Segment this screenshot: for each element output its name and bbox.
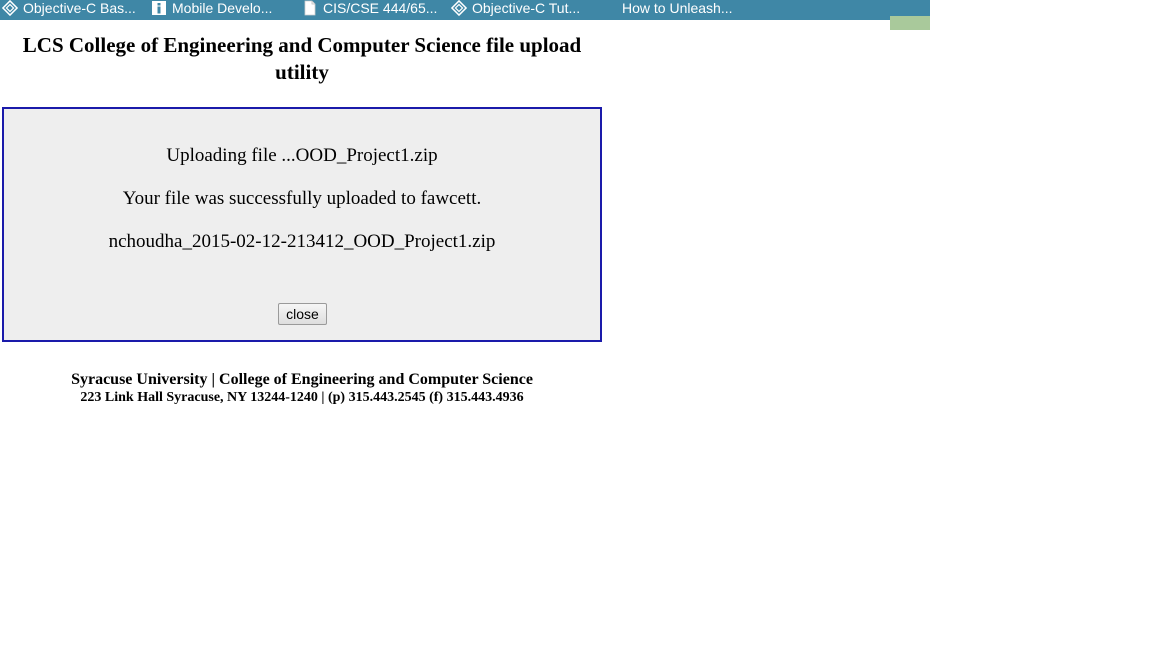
bookmark-mobile-development[interactable]: Mobile Develo... <box>151 0 272 16</box>
uploaded-filename: nchoudha_2015-02-12-213412_OOD_Project1.… <box>108 231 496 252</box>
info-icon <box>151 0 167 16</box>
bookmark-objective-c-tutorial[interactable]: Objective-C Tut... <box>451 0 580 16</box>
tutorialspoint-icon <box>451 0 467 16</box>
bookmark-cis-cse[interactable]: CIS/CSE 444/65... <box>302 0 437 16</box>
upload-status-panel: Uploading file ...OOD_Project1.zip Your … <box>2 107 602 342</box>
bookmark-label: Objective-C Bas... <box>23 0 136 16</box>
footer-address: 223 Link Hall Syracuse, NY 13244-1240 | … <box>80 390 524 405</box>
bookmark-label: Mobile Develo... <box>172 0 273 16</box>
success-message: Your file was successfully uploaded to f… <box>122 188 482 209</box>
footer-university: Syracuse University | College of Enginee… <box>71 371 533 388</box>
close-button[interactable]: close <box>278 303 327 325</box>
bookmarks-bar: Objective-C Bas... Mobile Develo... CIS/… <box>0 0 930 20</box>
bookmark-objective-c-basics[interactable]: Objective-C Bas... <box>2 0 136 16</box>
document-icon <box>302 0 318 16</box>
bookmarks-bar-edge <box>890 16 930 30</box>
bookmark-label: How to Unleash... <box>622 0 733 16</box>
tutorialspoint-icon <box>2 0 18 16</box>
bookmark-how-to-unleash[interactable]: How to Unleash... <box>622 0 733 16</box>
uploading-message: Uploading file ...OOD_Project1.zip <box>166 145 438 166</box>
bookmark-label: CIS/CSE 444/65... <box>323 0 438 16</box>
bookmark-label: Objective-C Tut... <box>472 0 581 16</box>
page-title: LCS College of Engineering and Computer … <box>22 33 582 84</box>
